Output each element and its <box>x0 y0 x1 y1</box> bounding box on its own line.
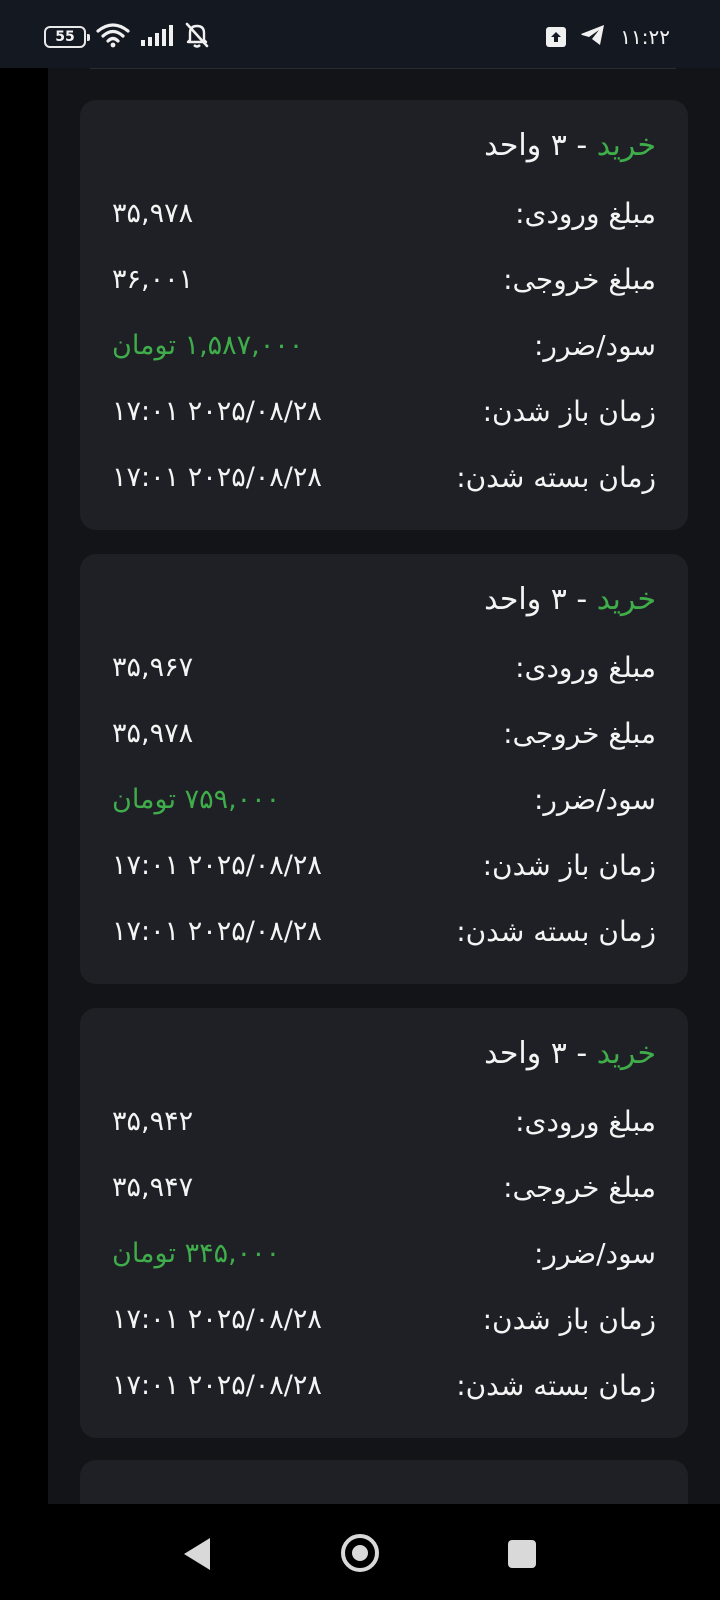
battery-icon: 55 <box>44 26 90 48</box>
pnl-row: سود/ضرر: ۱,۵۸۷,۰۰۰ تومان <box>112 326 656 366</box>
open-time-label: زمان باز شدن: <box>482 395 656 428</box>
close-time-value: ۲۰۲۵/۰۸/۲۸ ۱۷:۰۱ <box>112 1370 322 1401</box>
pnl-value: ۷۵۹,۰۰۰ تومان <box>112 784 281 815</box>
pnl-label: سود/ضرر: <box>533 329 656 362</box>
trade-quantity: - ۳ واحد <box>484 128 588 163</box>
trade-header: خرید - ۳ واحد <box>484 582 656 617</box>
open-time-value: ۲۰۲۵/۰۸/۲۸ ۱۷:۰۱ <box>112 396 322 427</box>
pnl-row: سود/ضرر: ۳۴۵,۰۰۰ تومان <box>112 1234 656 1274</box>
pnl-label: سود/ضرر: <box>533 1237 656 1270</box>
exit-value: ۳۵,۹۷۸ <box>112 718 194 749</box>
close-time-row: زمان بسته شدن: ۲۰۲۵/۰۸/۲۸ ۱۷:۰۱ <box>112 1366 656 1406</box>
entry-row: مبلغ ورودی: ۳۵,۹۷۸ <box>112 194 656 234</box>
telegram-icon <box>580 24 606 50</box>
close-time-value: ۲۰۲۵/۰۸/۲۸ ۱۷:۰۱ <box>112 462 322 493</box>
exit-value: ۳۵,۹۴۷ <box>112 1172 194 1203</box>
trade-quantity: - ۳ واحد <box>484 1036 588 1071</box>
trade-quantity: - ۳ واحد <box>484 582 588 617</box>
trade-card: خرید - ۳ واحد مبلغ ورودی: ۳۵,۹۶۷ مبلغ خر… <box>80 554 688 984</box>
entry-label: مبلغ ورودی: <box>515 651 656 684</box>
recents-icon[interactable] <box>508 1540 536 1568</box>
close-time-label: زمان بسته شدن: <box>456 915 656 948</box>
trade-card: خرید - ۳ واحد مبلغ ورودی: ۳۵,۹۴۲ مبلغ خر… <box>80 1008 688 1438</box>
close-time-row: زمان بسته شدن: ۲۰۲۵/۰۸/۲۸ ۱۷:۰۱ <box>112 458 656 498</box>
close-time-label: زمان بسته شدن: <box>456 461 656 494</box>
battery-level: 55 <box>55 29 75 45</box>
exit-label: مبلغ خروجی: <box>503 717 656 750</box>
open-time-label: زمان باز شدن: <box>482 1303 656 1336</box>
navigation-bar <box>0 1504 720 1600</box>
trade-card-partial <box>80 1460 688 1504</box>
trade-card: خرید - ۳ واحد مبلغ ورودی: ۳۵,۹۷۸ مبلغ خر… <box>80 100 688 530</box>
open-time-row: زمان باز شدن: ۲۰۲۵/۰۸/۲۸ ۱۷:۰۱ <box>112 846 656 886</box>
trade-side: خرید <box>596 582 656 617</box>
close-time-label: زمان بسته شدن: <box>456 1369 656 1402</box>
open-time-value: ۲۰۲۵/۰۸/۲۸ ۱۷:۰۱ <box>112 1304 322 1335</box>
trade-header: خرید - ۳ واحد <box>484 128 656 163</box>
status-clock: ۱۱:۲۲ <box>620 25 670 49</box>
signal-icon <box>140 23 174 51</box>
exit-label: مبلغ خروجی: <box>503 263 656 296</box>
trade-history-list[interactable]: خرید - ۳ واحد مبلغ ورودی: ۳۵,۹۷۸ مبلغ خر… <box>48 68 720 1504</box>
entry-value: ۳۵,۹۷۸ <box>112 198 194 229</box>
exit-value: ۳۶,۰۰۱ <box>112 264 194 295</box>
divider <box>90 68 676 69</box>
exit-row: مبلغ خروجی: ۳۵,۹۴۷ <box>112 1168 656 1208</box>
status-left: 55 <box>44 22 210 52</box>
wifi-icon <box>96 22 130 52</box>
open-time-row: زمان باز شدن: ۲۰۲۵/۰۸/۲۸ ۱۷:۰۱ <box>112 392 656 432</box>
exit-row: مبلغ خروجی: ۳۶,۰۰۱ <box>112 260 656 300</box>
home-icon[interactable] <box>341 1534 379 1572</box>
entry-row: مبلغ ورودی: ۳۵,۹۶۷ <box>112 648 656 688</box>
app-screen: 55 ۱۱:۲۲ خرید - ۳ واحد مبلغ ورودی: ۳۵,۹۷… <box>0 0 720 1600</box>
exit-label: مبلغ خروجی: <box>503 1171 656 1204</box>
entry-label: مبلغ ورودی: <box>515 197 656 230</box>
close-time-value: ۲۰۲۵/۰۸/۲۸ ۱۷:۰۱ <box>112 916 322 947</box>
status-right: ۱۱:۲۲ <box>546 22 670 52</box>
open-time-row: زمان باز شدن: ۲۰۲۵/۰۸/۲۸ ۱۷:۰۱ <box>112 1300 656 1340</box>
pnl-row: سود/ضرر: ۷۵۹,۰۰۰ تومان <box>112 780 656 820</box>
notifications-off-icon <box>184 21 210 53</box>
entry-value: ۳۵,۹۶۷ <box>112 652 194 683</box>
exit-row: مبلغ خروجی: ۳۵,۹۷۸ <box>112 714 656 754</box>
trade-header: خرید - ۳ واحد <box>484 1036 656 1071</box>
pnl-value: ۳۴۵,۰۰۰ تومان <box>112 1238 281 1269</box>
trade-side: خرید <box>596 128 656 163</box>
pnl-value: ۱,۵۸۷,۰۰۰ تومان <box>112 330 304 361</box>
entry-value: ۳۵,۹۴۲ <box>112 1106 194 1137</box>
entry-row: مبلغ ورودی: ۳۵,۹۴۲ <box>112 1102 656 1142</box>
back-icon[interactable] <box>184 1538 210 1570</box>
trade-side: خرید <box>596 1036 656 1071</box>
entry-label: مبلغ ورودی: <box>515 1105 656 1138</box>
open-time-value: ۲۰۲۵/۰۸/۲۸ ۱۷:۰۱ <box>112 850 322 881</box>
pnl-label: سود/ضرر: <box>533 783 656 816</box>
close-time-row: زمان بسته شدن: ۲۰۲۵/۰۸/۲۸ ۱۷:۰۱ <box>112 912 656 952</box>
open-time-label: زمان باز شدن: <box>482 849 656 882</box>
status-bar: 55 ۱۱:۲۲ <box>0 0 720 68</box>
upload-icon <box>546 27 567 47</box>
